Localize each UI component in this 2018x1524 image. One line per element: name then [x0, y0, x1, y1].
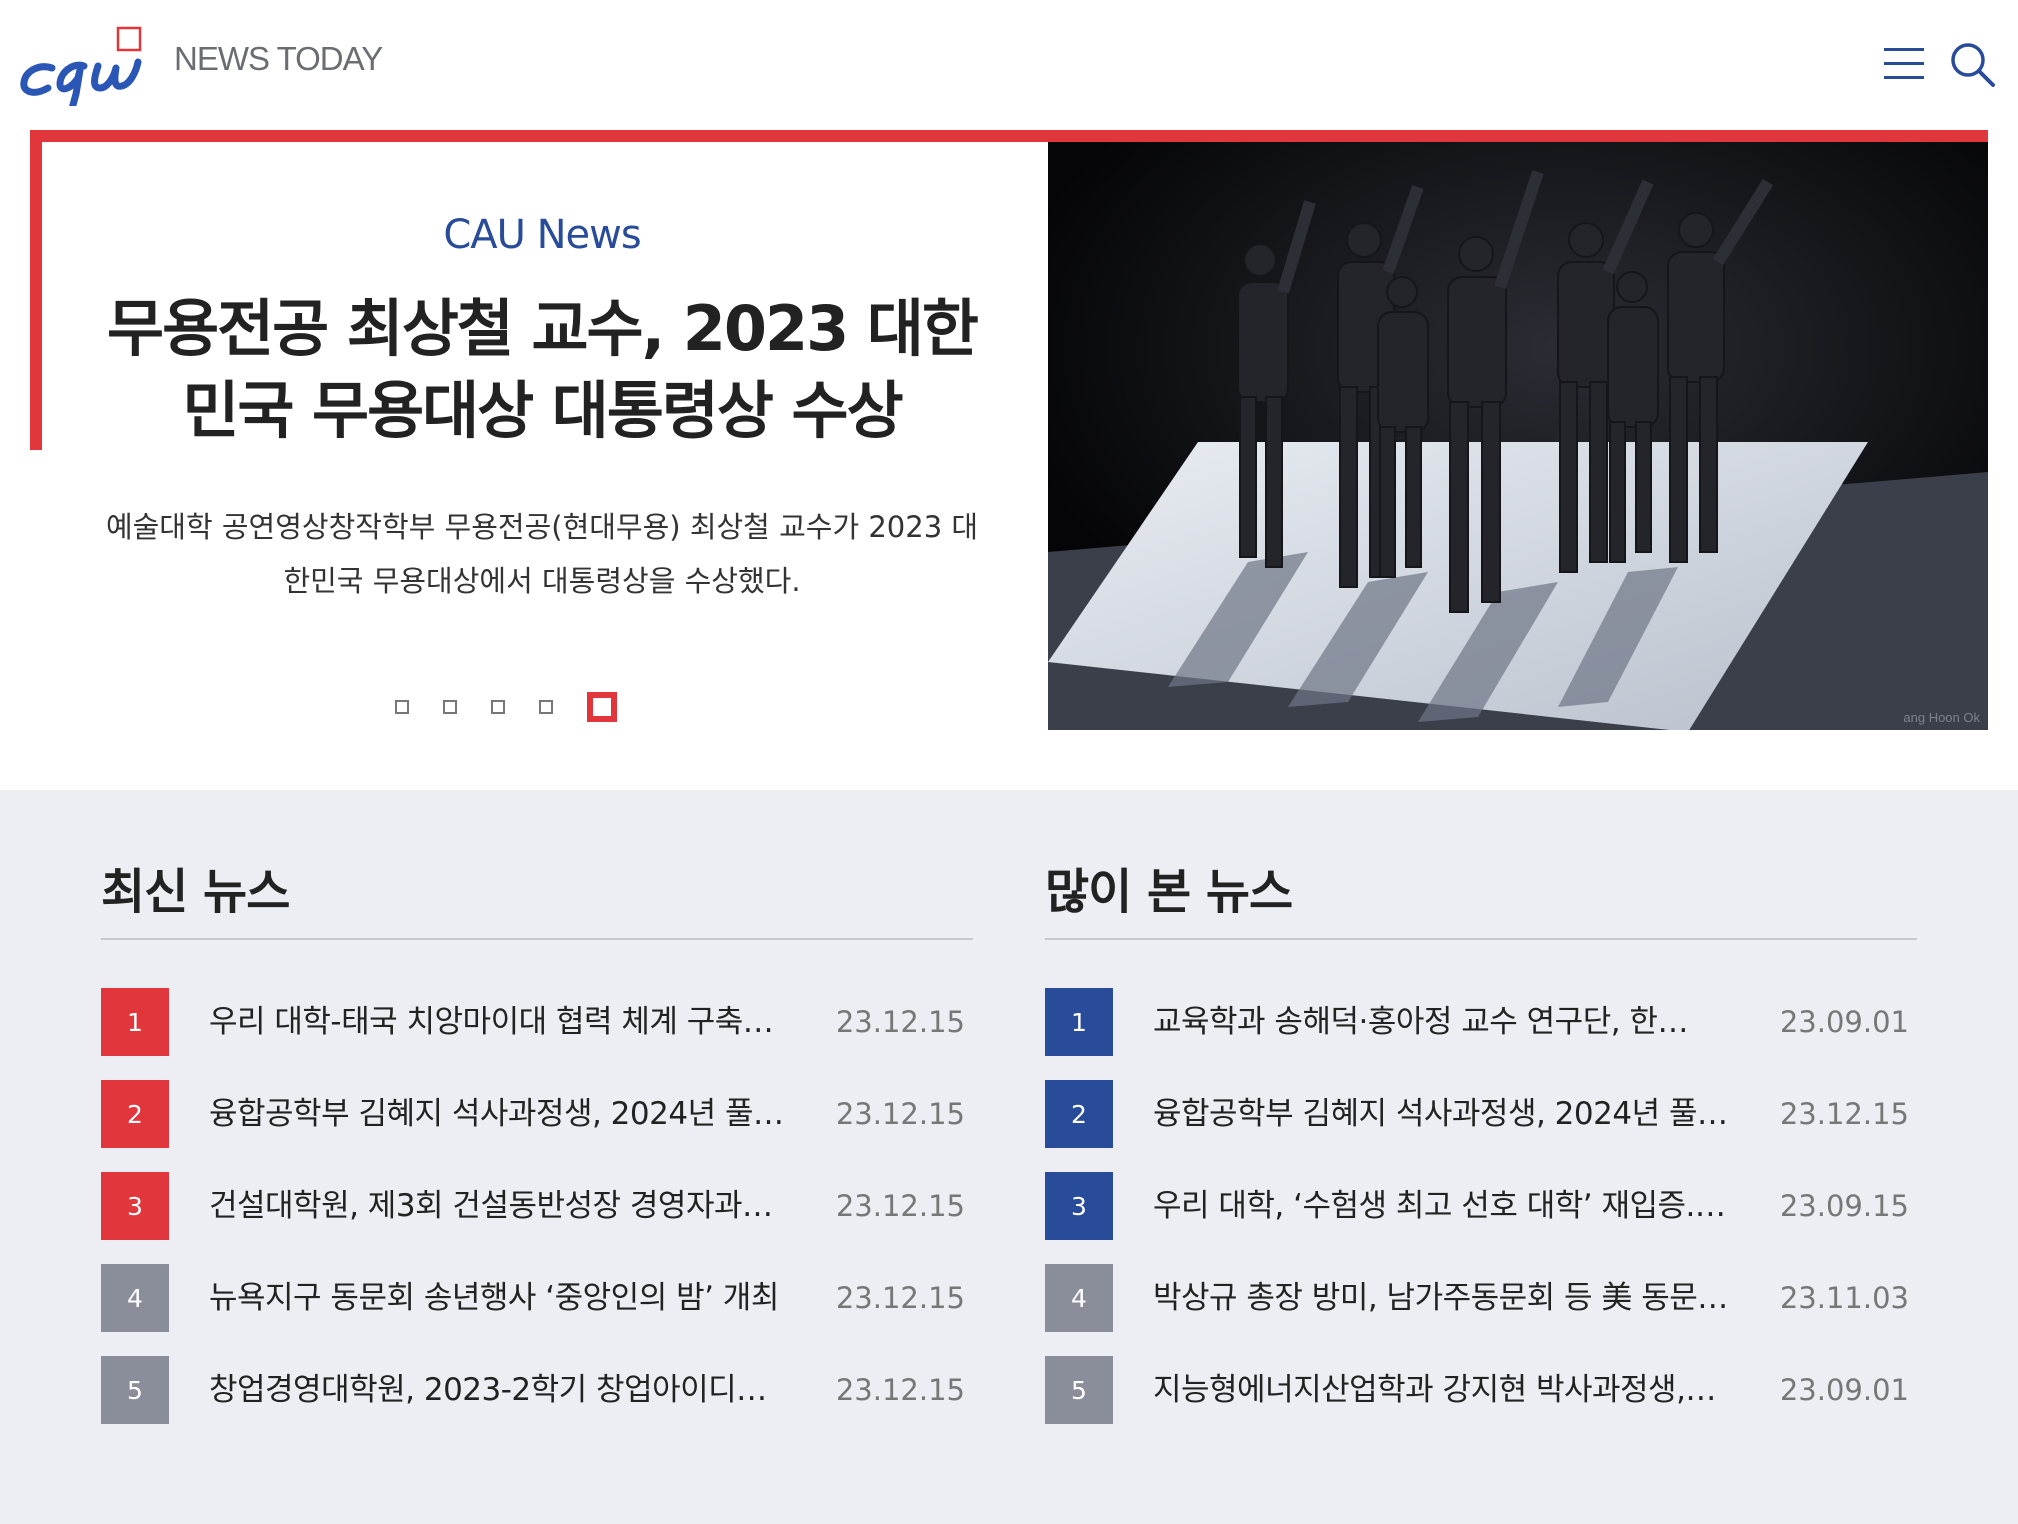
news-date: 23.12.15 — [1779, 1097, 1909, 1131]
hero-photo-dancers[interactable]: ang Hoon Ok — [1048, 142, 1988, 730]
news-title-link[interactable]: 뉴욕지구 동문회 송년행사 ‘중앙인의 밤’ 개최 — [209, 1264, 829, 1332]
rank-badge: 1 — [1045, 988, 1113, 1056]
list-item[interactable]: 4 박상규 총장 방미, 남가주동문회 등 美 동문… 23.11.03 — [1045, 1264, 1917, 1332]
news-title-link[interactable]: 융합공학부 김혜지 석사과정생, 2024년 풀… — [209, 1080, 829, 1148]
news-date: 23.12.15 — [835, 1189, 965, 1223]
hero-summary: 예술대학 공연영상창작학부 무용전공(현대무용) 최상철 교수가 2023 대한… — [105, 510, 979, 598]
news-title-link[interactable]: 교육학과 송해덕·홍아정 교수 연구단, 한… — [1153, 988, 1773, 1056]
photo-credit: ang Hoon Ok — [1903, 710, 1980, 725]
hamburger-menu-icon[interactable] — [1876, 36, 1932, 92]
news-title-link[interactable]: 박상규 총장 방미, 남가주동문회 등 美 동문… — [1153, 1264, 1773, 1332]
site-header: NEWS TODAY — [0, 0, 2018, 130]
carousel-pagination — [395, 692, 617, 722]
news-date: 23.12.15 — [835, 1281, 965, 1315]
news-title-link[interactable]: 창업경영대학원, 2023-2학기 창업아이디… — [209, 1356, 829, 1424]
news-title-link[interactable]: 건설대학원, 제3회 건설동반성장 경영자과… — [209, 1172, 829, 1240]
rank-badge: 5 — [1045, 1356, 1113, 1424]
news-title-link[interactable]: 우리 대학-태국 치앙마이대 협력 체계 구축… — [209, 988, 829, 1056]
list-item[interactable]: 5 지능형에너지산업학과 강지현 박사과정생,… 23.09.01 — [1045, 1356, 1917, 1424]
carousel-dot-2[interactable] — [443, 700, 457, 714]
site-name: NEWS TODAY — [174, 40, 383, 77]
popular-news-heading: 많이 본 뉴스 — [1045, 864, 1293, 920]
divider — [1045, 938, 1917, 940]
latest-news-list: 1 우리 대학-태국 치앙마이대 협력 체계 구축… 23.12.15 2 융합… — [101, 988, 973, 1448]
hero-accent-bar-left — [30, 130, 42, 450]
rank-badge: 1 — [101, 988, 169, 1056]
latest-news-heading: 최신 뉴스 — [101, 864, 290, 920]
news-title-link[interactable]: 우리 대학, ‘수험생 최고 선호 대학’ 재입증.… — [1153, 1172, 1773, 1240]
rank-badge: 5 — [101, 1356, 169, 1424]
search-icon[interactable] — [1944, 36, 2000, 92]
cau-logo-mark — [18, 26, 158, 106]
rank-badge: 3 — [1045, 1172, 1113, 1240]
hero-category[interactable]: CAU News — [42, 212, 1042, 258]
hero-title[interactable]: 무용전공 최상철 교수, 2023 대한민국 무용대상 대통령상 수상 — [82, 288, 1002, 452]
news-lists-section: 최신 뉴스 1 우리 대학-태국 치앙마이대 협력 체계 구축… 23.12.1… — [0, 790, 2018, 1524]
rank-badge: 3 — [101, 1172, 169, 1240]
popular-news-list: 1 교육학과 송해덕·홍아정 교수 연구단, 한… 23.09.01 2 융합공… — [1045, 988, 1917, 1448]
carousel-dot-4[interactable] — [539, 700, 553, 714]
rank-badge: 4 — [101, 1264, 169, 1332]
news-date: 23.09.01 — [1779, 1005, 1909, 1039]
list-item[interactable]: 2 융합공학부 김혜지 석사과정생, 2024년 풀… 23.12.15 — [101, 1080, 973, 1148]
news-title-link[interactable]: 지능형에너지산업학과 강지현 박사과정생,… — [1153, 1356, 1773, 1424]
site-logo[interactable]: NEWS TODAY — [18, 26, 383, 106]
list-item[interactable]: 3 우리 대학, ‘수험생 최고 선호 대학’ 재입증.… 23.09.15 — [1045, 1172, 1917, 1240]
carousel-dot-5-active[interactable] — [587, 692, 617, 722]
carousel-dot-1[interactable] — [395, 700, 409, 714]
news-date: 23.12.15 — [835, 1097, 965, 1131]
news-date: 23.09.15 — [1779, 1189, 1909, 1223]
list-item[interactable]: 4 뉴욕지구 동문회 송년행사 ‘중앙인의 밤’ 개최 23.12.15 — [101, 1264, 973, 1332]
news-date: 23.12.15 — [835, 1005, 965, 1039]
rank-badge: 2 — [1045, 1080, 1113, 1148]
hero-accent-bar-top — [30, 130, 1988, 142]
carousel-dot-3[interactable] — [491, 700, 505, 714]
list-item[interactable]: 3 건설대학원, 제3회 건설동반성장 경영자과… 23.12.15 — [101, 1172, 973, 1240]
list-item[interactable]: 1 우리 대학-태국 치앙마이대 협력 체계 구축… 23.12.15 — [101, 988, 973, 1056]
news-date: 23.09.01 — [1779, 1373, 1909, 1407]
hero-article[interactable]: CAU News 무용전공 최상철 교수, 2023 대한민국 무용대상 대통령… — [42, 142, 1042, 730]
news-date: 23.11.03 — [1779, 1281, 1909, 1315]
divider — [101, 938, 973, 940]
rank-badge: 2 — [101, 1080, 169, 1148]
rank-badge: 4 — [1045, 1264, 1113, 1332]
list-item[interactable]: 5 창업경영대학원, 2023-2학기 창업아이디… 23.12.15 — [101, 1356, 973, 1424]
list-item[interactable]: 1 교육학과 송해덕·홍아정 교수 연구단, 한… 23.09.01 — [1045, 988, 1917, 1056]
list-item[interactable]: 2 융합공학부 김혜지 석사과정생, 2024년 풀… 23.12.15 — [1045, 1080, 1917, 1148]
news-date: 23.12.15 — [835, 1373, 965, 1407]
news-title-link[interactable]: 융합공학부 김혜지 석사과정생, 2024년 풀… — [1153, 1080, 1773, 1148]
